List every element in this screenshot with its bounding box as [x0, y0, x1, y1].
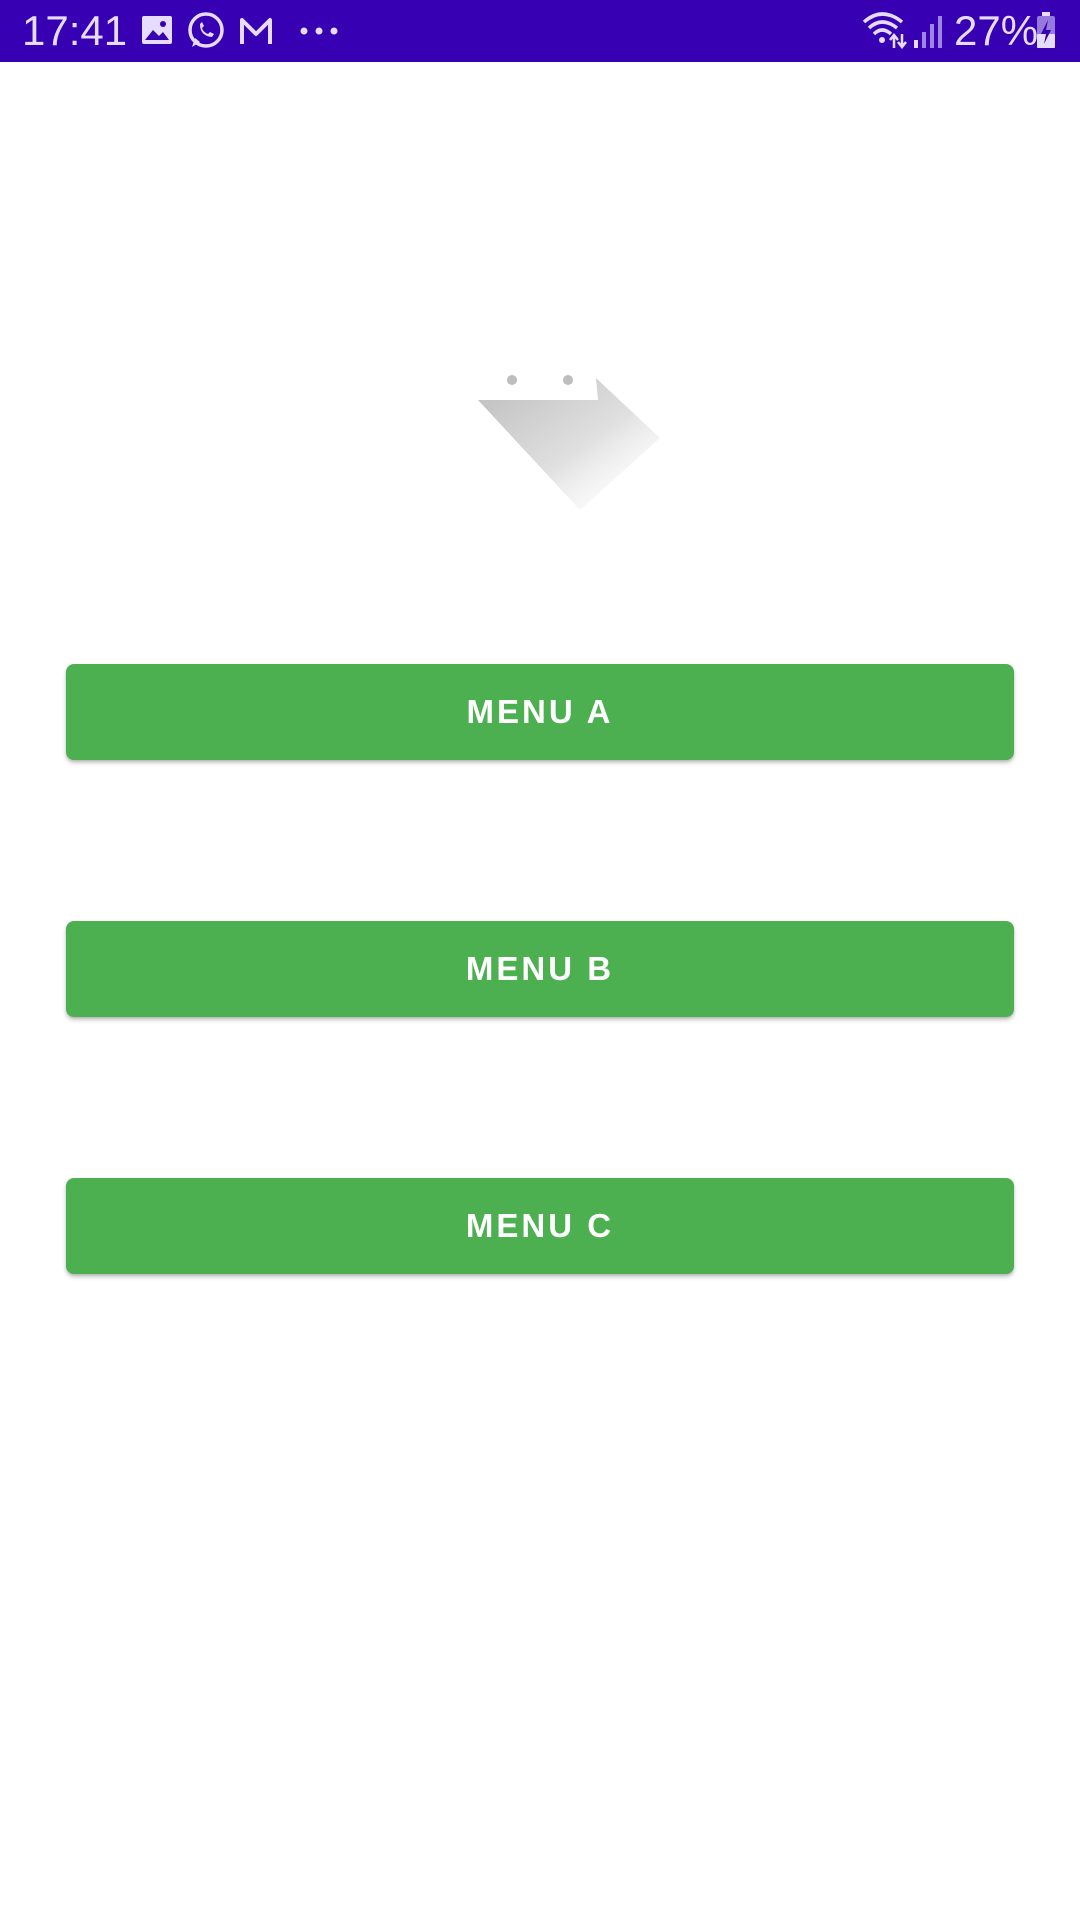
gmail-icon [240, 18, 272, 44]
signal-icon [914, 16, 942, 48]
image-icon [142, 16, 172, 44]
whatsapp-icon [188, 12, 224, 48]
battery-percent: 27% [954, 7, 1039, 54]
status-time: 17:41 [22, 7, 128, 54]
more-dots-icon [300, 27, 338, 35]
menu-a-button[interactable]: MENU A [66, 664, 1014, 760]
menu-c-button[interactable]: MENU C [66, 1178, 1014, 1274]
app-logo-icon [478, 375, 660, 510]
menu-b-button[interactable]: MENU B [66, 921, 1014, 1017]
battery-charging-icon [1037, 12, 1055, 48]
status-bar: 17:41 27% [0, 0, 1080, 62]
wifi-icon [862, 12, 907, 50]
